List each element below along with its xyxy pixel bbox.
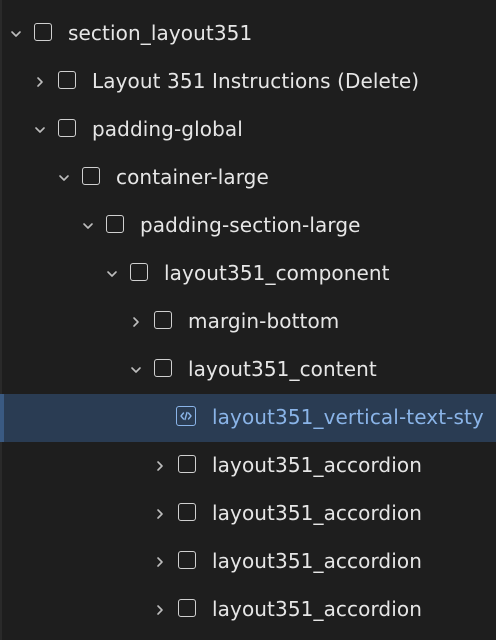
element-box-icon [58, 119, 76, 137]
chevron-right-icon[interactable] [126, 312, 146, 332]
tree-row-label: layout351_vertical-text-sty [212, 405, 484, 429]
element-box-icon [154, 359, 172, 377]
element-box-icon [178, 455, 196, 473]
element-box-icon [34, 23, 52, 41]
tree-row-label: margin-bottom [188, 309, 340, 333]
tree-row-layout351-accordion[interactable]: layout351_accordion [0, 538, 496, 586]
tree-row-label: layout351_content [188, 357, 377, 381]
code-embed-icon [176, 406, 196, 426]
element-box-icon [130, 263, 148, 281]
tree-row-layout351-accordion[interactable]: layout351_accordion [0, 442, 496, 490]
tree-row-margin-bottom[interactable]: margin-bottom [0, 298, 496, 346]
tree-row-layout-351-instructions[interactable]: Layout 351 Instructions (Delete) [0, 58, 496, 106]
element-box-icon [58, 71, 76, 89]
tree-row-layout351-accordion[interactable]: layout351_accordion [0, 586, 496, 634]
tree-row-container-large[interactable]: container-large [0, 154, 496, 202]
chevron-right-icon[interactable] [150, 504, 170, 524]
tree-row-label: padding-global [92, 117, 243, 141]
tree-row-label: layout351_component [164, 261, 390, 285]
tree-row-padding-global[interactable]: padding-global [0, 106, 496, 154]
tree-row-layout351-component[interactable]: layout351_component [0, 250, 496, 298]
tree-row-padding-section-large[interactable]: padding-section-large [0, 202, 496, 250]
navigator-tree: section_layout351 Layout 351 Instruction… [0, 10, 496, 634]
tree-row-label: layout351_accordion [212, 549, 422, 573]
element-box-icon [178, 599, 196, 617]
tree-row-label: layout351_accordion [212, 597, 422, 621]
chevron-right-icon[interactable] [150, 600, 170, 620]
element-box-icon [178, 551, 196, 569]
tree-row-label: layout351_accordion [212, 453, 422, 477]
tree-row-label: Layout 351 Instructions (Delete) [92, 69, 420, 93]
tree-row-label: section_layout351 [68, 21, 253, 45]
chevron-right-icon[interactable] [150, 552, 170, 572]
tree-row-layout351-vertical-text-style[interactable]: layout351_vertical-text-sty [0, 394, 496, 442]
chevron-down-icon[interactable] [6, 24, 26, 44]
element-box-icon [82, 167, 100, 185]
element-box-icon [154, 311, 172, 329]
chevron-down-icon[interactable] [78, 216, 98, 236]
tree-row-layout351-content[interactable]: layout351_content [0, 346, 496, 394]
element-box-icon [106, 215, 124, 233]
chevron-down-icon[interactable] [102, 264, 122, 284]
tree-row-section-layout351[interactable]: section_layout351 [0, 10, 496, 58]
tree-row-label: padding-section-large [140, 213, 361, 237]
chevron-right-icon[interactable] [150, 456, 170, 476]
tree-row-label: container-large [116, 165, 269, 189]
element-box-icon [178, 503, 196, 521]
chevron-right-icon[interactable] [30, 72, 50, 92]
chevron-down-icon[interactable] [30, 120, 50, 140]
tree-row-label: layout351_accordion [212, 501, 422, 525]
chevron-down-icon[interactable] [54, 168, 74, 188]
chevron-down-icon[interactable] [126, 360, 146, 380]
tree-row-layout351-accordion[interactable]: layout351_accordion [0, 490, 496, 538]
